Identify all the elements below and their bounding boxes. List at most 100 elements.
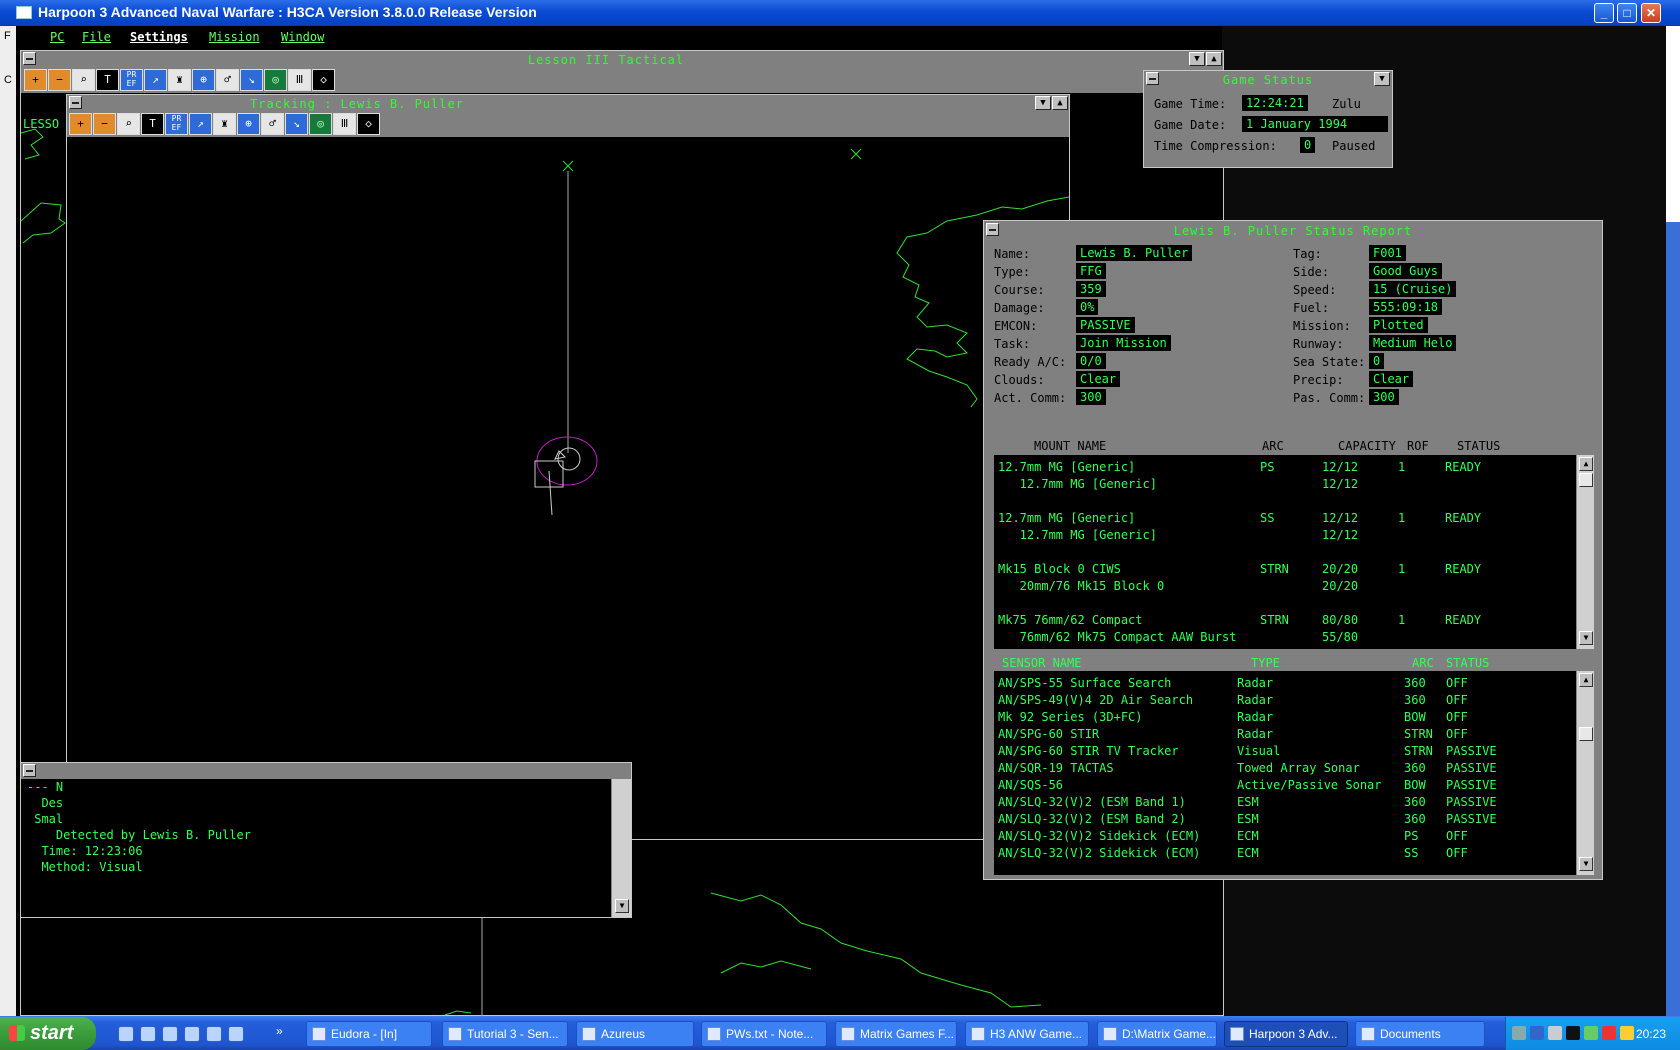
pref-icon[interactable]: PR EF	[120, 69, 143, 91]
sensor-row[interactable]: AN/SQR-19 TACTAS Towed Array Sonar 360 PASS…	[994, 760, 1574, 776]
labels-icon[interactable]: T	[96, 69, 119, 91]
quicklaunch-icon[interactable]	[206, 1026, 222, 1042]
minimize-button[interactable]: _	[1594, 3, 1614, 23]
scroll-up-button[interactable]: ▲	[1579, 457, 1593, 471]
menu-file[interactable]: File	[82, 30, 111, 44]
tracking-map[interactable]	[67, 137, 1069, 839]
mount-row[interactable]: 12.7mm MG [Generic] 12/12	[994, 476, 1574, 492]
tray-icon[interactable]	[1566, 1026, 1580, 1040]
zoom-in-icon[interactable]: +	[24, 69, 47, 91]
scope-icon[interactable]: Ⅲ	[288, 69, 311, 91]
mount-row[interactable]	[994, 493, 1574, 509]
message-title-bar[interactable]	[21, 763, 631, 779]
labels-icon[interactable]: T	[141, 113, 164, 135]
scroll-thumb[interactable]	[1579, 473, 1593, 487]
tracking-minimize[interactable]: ▼	[1035, 96, 1051, 110]
sensor-row[interactable]: AN/SQS-56 Active/Passive Sonar BOW PASSIVE	[994, 777, 1574, 793]
sensor-row[interactable]: AN/SPS-55 Surface Search Radar 360 OFF	[994, 675, 1574, 691]
zoom-in-icon[interactable]: +	[69, 113, 92, 135]
sensor-row[interactable]: AN/SLQ-32(V)2 (ESM Band 2) ESM 360 PASSIVE	[994, 811, 1574, 827]
tracking-title-bar[interactable]: Tracking : Lewis B. Puller ▼ ▲	[67, 95, 1069, 111]
weapon-icon[interactable]: ↗	[144, 69, 167, 91]
compass-icon[interactable]: ⊕	[192, 69, 215, 91]
tray-icon[interactable]	[1620, 1026, 1634, 1040]
tray-icon[interactable]	[1584, 1026, 1598, 1040]
unit-icon[interactable]: ♜	[213, 113, 236, 135]
sonar-icon[interactable]: ↘	[240, 69, 263, 91]
mount-row[interactable]: Mk75 76mm/62 Compact STRN 80/80 1 READY	[994, 612, 1574, 628]
taskbar-item[interactable]: H3 ANW Game...	[965, 1021, 1089, 1047]
app-title-bar[interactable]: Harpoon 3 Advanced Naval Warfare : H3CA …	[0, 0, 1680, 26]
sensor-row[interactable]: AN/SLQ-32(V)2 (ESM Band 1) ESM 360 PASSIVE	[994, 794, 1574, 810]
status-report-title-bar[interactable]: Lewis B. Puller Status Report	[984, 221, 1602, 239]
quicklaunch-icon[interactable]	[118, 1026, 134, 1042]
scroll-down-button[interactable]: ▼	[1579, 857, 1593, 871]
tracking-maximize[interactable]: ▲	[1052, 96, 1068, 110]
game-status-minimize[interactable]: ▼	[1374, 72, 1390, 86]
mount-row[interactable]: 12.7mm MG [Generic] SS 12/12 1 READY	[994, 510, 1574, 526]
sensor-row[interactable]: AN/SLQ-32(V)2 Sidekick (ECM) ECM SS OFF	[994, 845, 1574, 861]
taskbar-item[interactable]: Tutorial 3 - Sen...	[442, 1021, 568, 1047]
unit-icon[interactable]: ♜	[168, 69, 191, 91]
compass-icon[interactable]: ⊕	[237, 113, 260, 135]
time-compression-value[interactable]: 0	[1300, 137, 1316, 153]
mount-row[interactable]: 20mm/76 Mk15 Block 0 20/20	[994, 578, 1574, 594]
tactical-title-bar[interactable]: Lesson III Tactical ▼ ▲	[21, 51, 1223, 67]
menu-settings[interactable]: Settings	[130, 30, 188, 44]
scroll-up-button[interactable]: ▲	[1579, 673, 1593, 687]
quicklaunch-icon[interactable]	[140, 1026, 156, 1042]
message-scrollbar[interactable]: ▼	[611, 779, 631, 917]
zoom-out-icon[interactable]: −	[93, 113, 116, 135]
taskbar-item[interactable]: PWs.txt - Note...	[701, 1021, 827, 1047]
sensor-list[interactable]: AN/SPS-55 Surface Search Radar 360 OFF AN/SP…	[994, 671, 1576, 875]
sensor-row[interactable]: AN/SLQ-32(V)2 Sidekick (ECM) ECM PS OFF	[994, 828, 1574, 844]
zoom-fit-icon[interactable]: ⌕	[117, 113, 140, 135]
scrollbar[interactable]	[1666, 222, 1680, 1032]
sensor-row[interactable]: AN/SPG-60 STIR Radar STRN OFF	[994, 726, 1574, 742]
menu-mission[interactable]: Mission	[209, 30, 260, 44]
mount-scrollbar[interactable]: ▲ ▼	[1576, 455, 1594, 649]
tactical-maximize[interactable]: ▲	[1206, 52, 1222, 66]
tactical-minimize[interactable]: ▼	[1189, 52, 1205, 66]
mount-row[interactable]	[994, 595, 1574, 611]
flag-icon[interactable]: ◇	[312, 69, 335, 91]
scroll-thumb[interactable]	[1579, 727, 1593, 741]
taskbar-item[interactable]: Azureus	[576, 1021, 694, 1047]
tray-icon[interactable]	[1602, 1026, 1616, 1040]
scroll-down-button[interactable]: ▼	[1579, 631, 1593, 645]
flag-icon[interactable]: ◇	[357, 113, 380, 135]
sensor-scrollbar[interactable]: ▲ ▼	[1576, 671, 1594, 875]
maximize-button[interactable]: □	[1617, 3, 1637, 23]
mount-row[interactable]	[994, 544, 1574, 560]
sonar-icon[interactable]: ↘	[285, 113, 308, 135]
zoom-out-icon[interactable]: −	[48, 69, 71, 91]
tray-icon[interactable]	[1530, 1026, 1544, 1040]
mount-row[interactable]: 12.7mm MG [Generic] PS 12/12 1 READY	[994, 459, 1574, 475]
mount-row[interactable]: 76mm/62 Mk75 Compact AAW Burst 55/80	[994, 629, 1574, 645]
taskbar-item[interactable]: Harpoon 3 Adv...	[1224, 1021, 1348, 1047]
mount-row[interactable]: 12.7mm MG [Generic] 12/12	[994, 527, 1574, 543]
message-system-menu[interactable]	[23, 764, 36, 777]
tray-icon[interactable]	[1548, 1026, 1562, 1040]
pref-icon[interactable]: PR EF	[165, 113, 188, 135]
game-status-title-bar[interactable]: Game Status ▼	[1144, 71, 1392, 87]
scope-icon[interactable]: Ⅲ	[333, 113, 356, 135]
weapon-icon[interactable]: ↗	[189, 113, 212, 135]
taskbar-item[interactable]: D:\Matrix Game...	[1097, 1021, 1217, 1047]
mount-list[interactable]: 12.7mm MG [Generic] PS 12/12 1 READY 12.7mm …	[994, 455, 1576, 649]
quicklaunch-icon[interactable]	[184, 1026, 200, 1042]
scroll-down-button[interactable]: ▼	[615, 899, 629, 913]
radar-icon[interactable]: ♂	[216, 69, 239, 91]
taskbar-item[interactable]: Eudora - [In]	[306, 1021, 432, 1047]
sensor-row[interactable]: AN/SPS-49(V)4 2D Air Search Radar 360 OFF	[994, 692, 1574, 708]
close-button[interactable]: ✕	[1641, 3, 1661, 23]
zoom-fit-icon[interactable]: ⌕	[72, 69, 95, 91]
sensor-row[interactable]: AN/SPG-60 STIR TV Tracker Visual STRN PASSI…	[994, 743, 1574, 759]
mount-row[interactable]: Mk15 Block 0 CIWS STRN 20/20 1 READY	[994, 561, 1574, 577]
map-icon[interactable]: ◎	[309, 113, 332, 135]
start-button[interactable]: start	[0, 1017, 96, 1050]
taskbar-item[interactable]: Documents	[1355, 1021, 1485, 1047]
tray-icon[interactable]	[1512, 1026, 1526, 1040]
map-icon[interactable]: ◎	[264, 69, 287, 91]
sensor-row[interactable]: Mk 92 Series (3D+FC) Radar BOW OFF	[994, 709, 1574, 725]
